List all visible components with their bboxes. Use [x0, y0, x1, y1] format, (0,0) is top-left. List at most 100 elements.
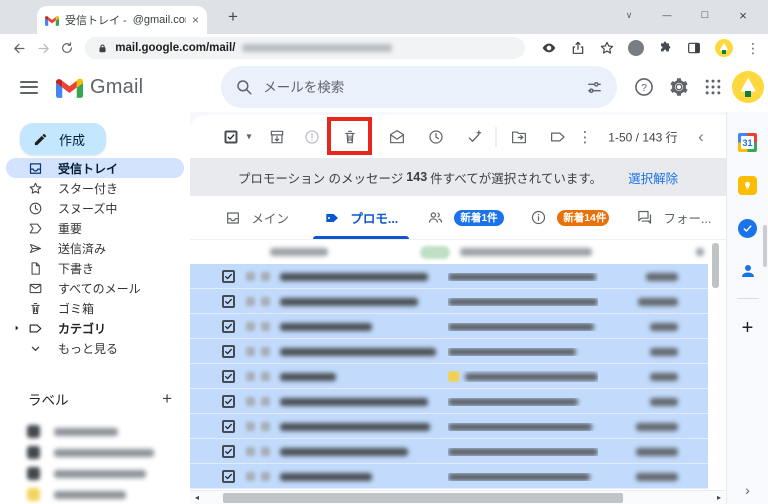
- ad-row[interactable]: [190, 240, 726, 264]
- label-item[interactable]: [0, 442, 190, 463]
- scroll-left-arrow[interactable]: ◂: [190, 493, 204, 502]
- sidebar-item-categories[interactable]: カテゴリ: [0, 318, 182, 338]
- search-bar[interactable]: [221, 66, 618, 108]
- bookmark-star-icon[interactable]: [599, 40, 615, 56]
- gmail-logo[interactable]: Gmail: [56, 76, 143, 99]
- main-menu-icon[interactable]: [20, 77, 38, 97]
- row-checkbox[interactable]: [222, 295, 235, 308]
- snooze-button[interactable]: [428, 128, 445, 145]
- account-avatar[interactable]: [732, 71, 765, 103]
- horizontal-scrollbar[interactable]: ◂ ▸: [190, 490, 726, 504]
- eye-icon[interactable]: [541, 40, 557, 56]
- vertical-scrollbar-thumb[interactable]: [712, 243, 719, 288]
- calendar-icon[interactable]: 31: [738, 133, 757, 152]
- forum-icon: [636, 209, 653, 226]
- clear-selection-link[interactable]: 選択解除: [628, 168, 678, 187]
- row-checkbox[interactable]: [222, 445, 235, 458]
- row-checkbox[interactable]: [222, 345, 235, 358]
- report-spam-button[interactable]: [304, 128, 321, 145]
- add-to-tasks-button[interactable]: [467, 128, 484, 145]
- label-color-icon: [27, 446, 40, 459]
- add-label-button[interactable]: +: [162, 389, 172, 409]
- email-row[interactable]: [190, 439, 708, 464]
- window-menu-icon[interactable]: ∨: [610, 10, 648, 21]
- email-row[interactable]: [190, 414, 708, 439]
- contacts-icon[interactable]: [739, 262, 757, 280]
- tasks-icon[interactable]: [738, 219, 757, 238]
- email-row[interactable]: [190, 364, 708, 389]
- back-button[interactable]: [8, 41, 32, 56]
- blurred-subject: [448, 297, 598, 306]
- sidebar-item-important[interactable]: 重要: [0, 218, 182, 238]
- reload-button[interactable]: [56, 41, 80, 55]
- select-dropdown-icon[interactable]: ▾: [246, 131, 251, 142]
- chevron-right-icon[interactable]: [13, 324, 21, 332]
- window-minimize-icon[interactable]: —: [648, 10, 686, 20]
- search-input[interactable]: [263, 79, 577, 95]
- mark-unread-button[interactable]: [389, 128, 406, 145]
- search-icon[interactable]: [235, 78, 253, 96]
- row-checkbox[interactable]: [222, 395, 235, 408]
- label-item[interactable]: [0, 484, 190, 504]
- window-close-icon[interactable]: ×: [724, 8, 762, 23]
- sidebar-item-more[interactable]: もっと見る: [0, 338, 182, 358]
- side-panel-icon[interactable]: [686, 40, 702, 56]
- tab-forums[interactable]: フォー...: [622, 196, 726, 239]
- label-item[interactable]: [0, 463, 190, 484]
- tab-updates[interactable]: 新着14件: [518, 196, 622, 239]
- tab-promotions[interactable]: プロモ...: [309, 196, 413, 239]
- apps-grid-icon[interactable]: [703, 77, 723, 97]
- select-all-checkbox[interactable]: [224, 130, 238, 143]
- email-row[interactable]: [190, 464, 708, 489]
- sidebar-item-trash[interactable]: ゴミ箱: [0, 298, 182, 318]
- new-tab-button[interactable]: +: [221, 5, 245, 29]
- email-row[interactable]: [190, 339, 708, 364]
- window-maximize-icon[interactable]: □: [686, 9, 724, 21]
- share-icon[interactable]: [570, 40, 586, 56]
- tab-close-icon[interactable]: ×: [192, 13, 199, 27]
- email-row[interactable]: [190, 264, 708, 289]
- extensions-puzzle-icon[interactable]: [657, 40, 673, 56]
- help-icon[interactable]: ?: [633, 76, 655, 98]
- row-checkbox[interactable]: [222, 420, 235, 433]
- sidebar-item-snoozed[interactable]: スヌーズ中: [0, 198, 182, 218]
- search-options-icon[interactable]: [586, 79, 603, 96]
- prev-page-icon[interactable]: ‹: [698, 127, 704, 147]
- sidebar-item-inbox[interactable]: 受信トレイ: [6, 158, 184, 178]
- labels-button[interactable]: [550, 128, 567, 145]
- label-color-icon: [27, 488, 40, 501]
- browser-profile-avatar[interactable]: [714, 39, 733, 57]
- email-row[interactable]: [190, 289, 708, 314]
- tab-social[interactable]: 新着1件: [413, 196, 517, 239]
- extension-icon[interactable]: [627, 40, 644, 56]
- browser-menu-icon[interactable]: ⋮: [746, 40, 760, 57]
- horizontal-scrollbar-thumb[interactable]: [223, 493, 623, 503]
- row-checkbox[interactable]: [222, 470, 235, 483]
- page-scrollbar-thumb[interactable]: [763, 225, 767, 267]
- compose-button[interactable]: 作成: [20, 123, 106, 155]
- row-checkbox[interactable]: [222, 270, 235, 283]
- more-options-icon[interactable]: ⋮: [578, 128, 593, 146]
- tab-main[interactable]: メイン: [205, 196, 309, 239]
- collapse-panel-icon[interactable]: ›: [745, 482, 750, 498]
- forward-button[interactable]: [32, 41, 56, 56]
- email-row[interactable]: [190, 389, 708, 414]
- address-bar[interactable]: mail.google.com/mail/: [85, 37, 525, 59]
- settings-gear-icon[interactable]: [668, 76, 690, 98]
- row-checkbox[interactable]: [222, 320, 235, 333]
- sidebar-item-drafts[interactable]: 下書き: [0, 258, 182, 278]
- scroll-right-arrow[interactable]: ▸: [712, 493, 726, 502]
- move-to-button[interactable]: [511, 128, 528, 145]
- label-item[interactable]: [0, 421, 190, 442]
- keep-icon[interactable]: [738, 176, 757, 195]
- browser-tab[interactable]: 受信トレイ - @gmail.com ×: [37, 6, 207, 34]
- trash-icon: [28, 301, 43, 316]
- delete-button[interactable]: [342, 128, 359, 145]
- row-checkbox[interactable]: [222, 370, 235, 383]
- archive-button[interactable]: [269, 128, 286, 145]
- sidebar-item-sent[interactable]: 送信済み: [0, 238, 182, 258]
- get-addons-button[interactable]: +: [742, 317, 754, 340]
- sidebar-item-all-mail[interactable]: すべてのメール: [0, 278, 182, 298]
- email-row[interactable]: [190, 314, 708, 339]
- sidebar-item-starred[interactable]: スター付き: [0, 178, 182, 198]
